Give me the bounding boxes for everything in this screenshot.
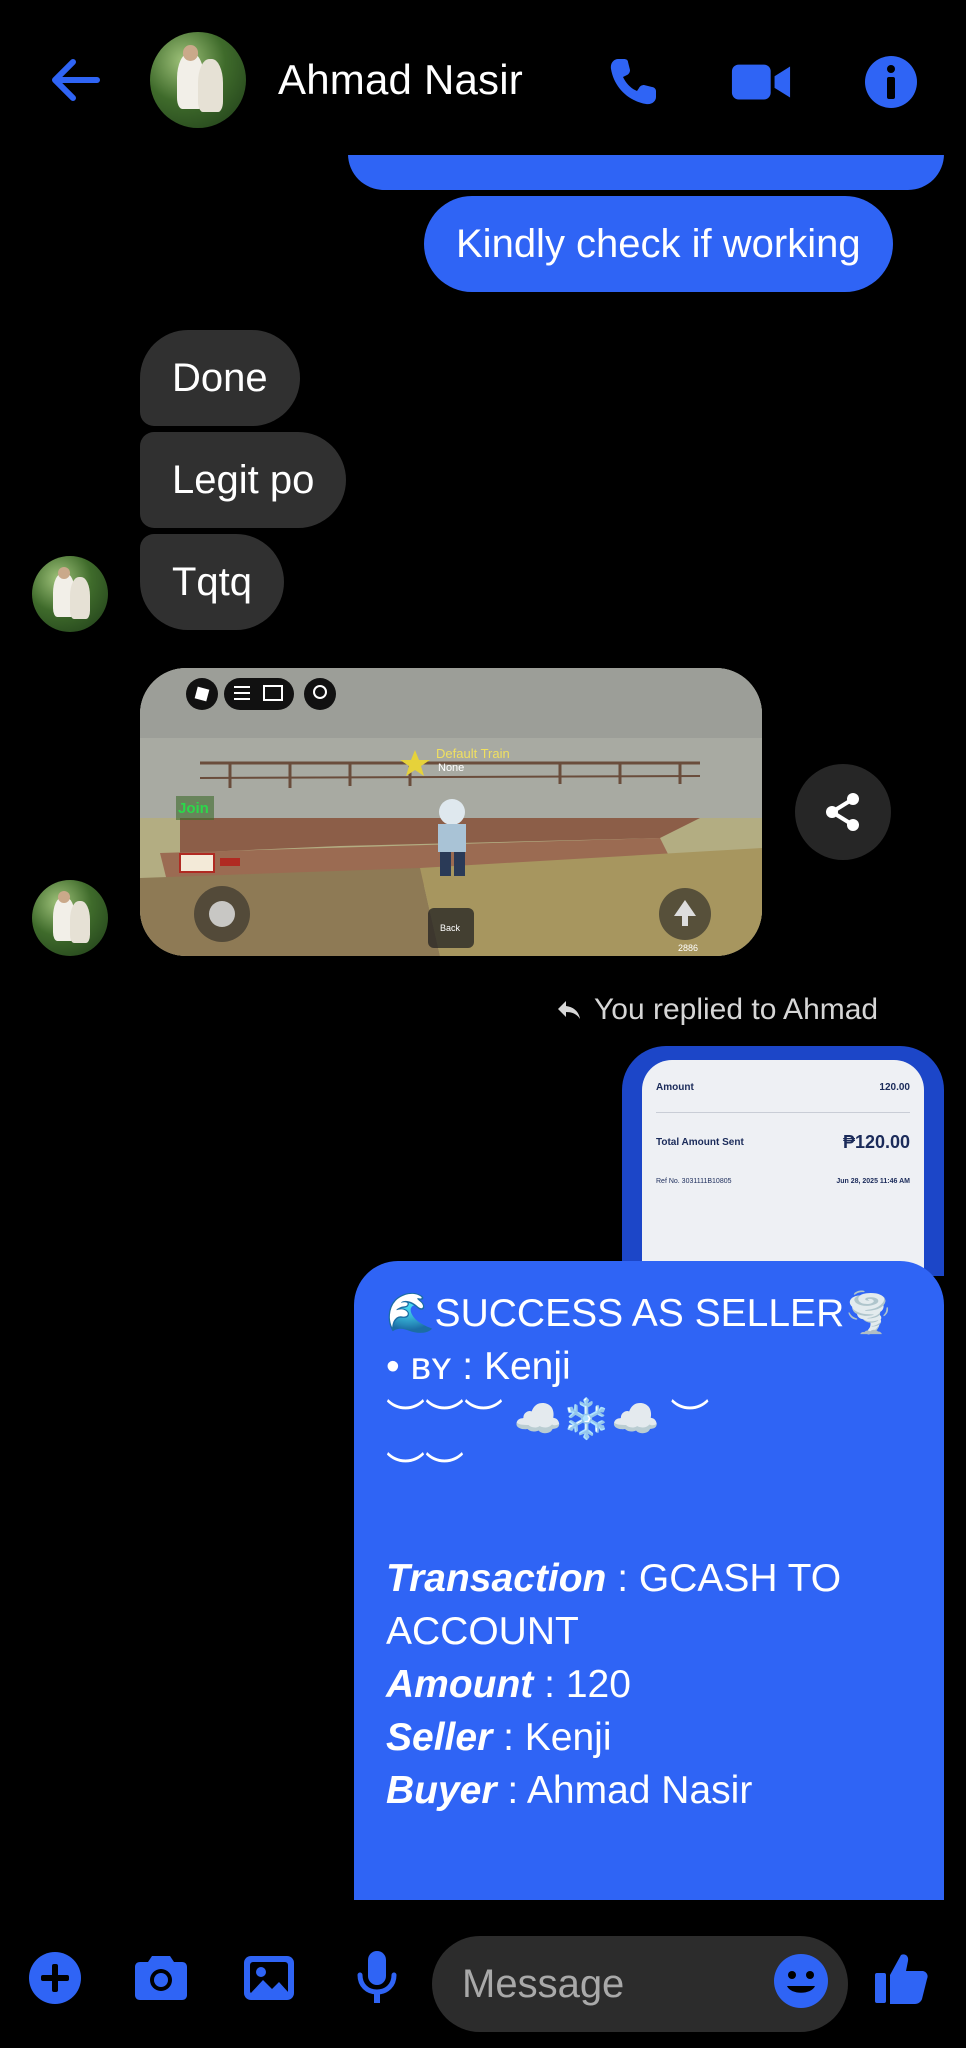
success-title: 🌊SUCCESS AS SELLER🌪️	[386, 1292, 893, 1335]
share-icon	[826, 793, 859, 831]
info-icon	[865, 56, 917, 108]
microphone-icon	[357, 1951, 397, 2003]
phone-icon	[610, 59, 656, 105]
receipt-card: Amount 120.00 Total Amount Sent ₱120.00 …	[642, 1060, 924, 1276]
deco-line-1: ︶︶︶ ☁️❄️☁️ ︶	[386, 1398, 710, 1441]
seller-label: Seller	[386, 1716, 493, 1759]
game-player-tag: Default Train	[436, 746, 510, 761]
success-by-line: • ʙʏ : Kenji	[386, 1340, 912, 1393]
game-back-label: Back	[440, 923, 461, 933]
receipt-total-label: Total Amount Sent	[656, 1137, 744, 1148]
call-button[interactable]	[602, 52, 664, 112]
deco-line-2: ︶︶	[386, 1451, 465, 1494]
reply-indicator: You replied to Ahmad	[556, 993, 878, 1027]
voice-button[interactable]	[342, 1948, 412, 2008]
message-text: Tqtq	[172, 560, 253, 604]
emoji-icon	[774, 1954, 828, 2008]
image-icon	[244, 1956, 294, 2000]
back-button[interactable]	[44, 52, 106, 108]
buyer-label: Buyer	[386, 1769, 497, 1812]
transaction-line: Transaction : GCASH TO	[386, 1552, 912, 1605]
message-bubble-incoming[interactable]: Done	[140, 330, 300, 426]
buyer-value: : Ahmad Nasir	[496, 1769, 753, 1812]
info-button[interactable]	[860, 52, 922, 112]
by-name: Kenji	[483, 1345, 571, 1388]
reply-arrow-icon	[558, 1001, 580, 1019]
transaction-value: : GCASH TO	[606, 1557, 842, 1600]
transaction-label: Transaction	[386, 1557, 607, 1600]
message-text: Done	[172, 356, 268, 400]
contact-avatar[interactable]	[32, 880, 108, 956]
emoji-button[interactable]	[772, 1952, 830, 2010]
arrow-left-icon	[52, 59, 100, 101]
transaction-line-2: ACCOUNT	[386, 1610, 579, 1653]
amount-label: Amount	[386, 1663, 534, 1706]
message-bubble-success[interactable]: 🌊SUCCESS AS SELLER🌪️ • ʙʏ : Kenji ︶︶︶ ☁️…	[354, 1261, 944, 1911]
amount-value: : 120	[533, 1663, 631, 1706]
video-camera-icon	[731, 64, 791, 100]
gallery-button[interactable]	[234, 1948, 304, 2008]
buyer-line: Buyer : Ahmad Nasir	[386, 1764, 912, 1817]
receipt-amount-value: 120.00	[879, 1082, 910, 1093]
camera-icon	[135, 1956, 187, 2000]
chat-header: Ahmad Nasir	[0, 0, 966, 155]
message-text: Kindly check if working	[456, 222, 861, 266]
contact-name[interactable]: Ahmad Nasir	[278, 56, 523, 104]
contact-avatar[interactable]	[150, 32, 246, 128]
message-bubble-incoming[interactable]: Legit po	[140, 432, 347, 528]
seller-value: : Kenji	[492, 1716, 612, 1759]
add-button[interactable]	[20, 1948, 90, 2008]
seller-line: Seller : Kenji	[386, 1711, 912, 1764]
camera-button[interactable]	[126, 1948, 196, 2008]
replied-receipt-image[interactable]: Amount 120.00 Total Amount Sent ₱120.00 …	[622, 1046, 944, 1276]
like-button[interactable]	[866, 1948, 936, 2008]
message-text: Legit po	[172, 458, 315, 502]
message-bubble-incoming[interactable]: Tqtq	[140, 534, 285, 630]
receipt-ref: Ref No. 3031111B10805	[656, 1178, 732, 1185]
game-join-label: Join	[178, 800, 209, 817]
receipt-total-value: ₱120.00	[842, 1132, 910, 1152]
reply-text: You replied to Ahmad	[594, 993, 879, 1026]
receipt-amount-label: Amount	[656, 1082, 694, 1093]
video-call-button[interactable]	[730, 52, 792, 112]
thumbs-up-icon	[875, 1954, 928, 2004]
message-placeholder: Message	[462, 1962, 625, 2006]
receipt-datetime: Jun 28, 2025 11:46 AM	[836, 1178, 910, 1185]
game-counter: 2886	[678, 943, 699, 953]
message-bubble-outgoing[interactable]: Kindly check if working	[424, 196, 893, 292]
contact-avatar[interactable]	[32, 556, 108, 632]
by-prefix: • ʙʏ :	[386, 1345, 484, 1388]
plus-icon	[29, 1952, 81, 2004]
message-thread[interactable]: Kindly check if working Done Legit po Tq…	[0, 0, 966, 1911]
game-player-sub: None	[438, 762, 465, 774]
share-button[interactable]	[795, 764, 891, 860]
game-scene-image	[140, 668, 762, 956]
amount-line: Amount : 120	[386, 1658, 912, 1711]
image-attachment[interactable]: Join Default Train None Back 2886	[140, 668, 762, 956]
